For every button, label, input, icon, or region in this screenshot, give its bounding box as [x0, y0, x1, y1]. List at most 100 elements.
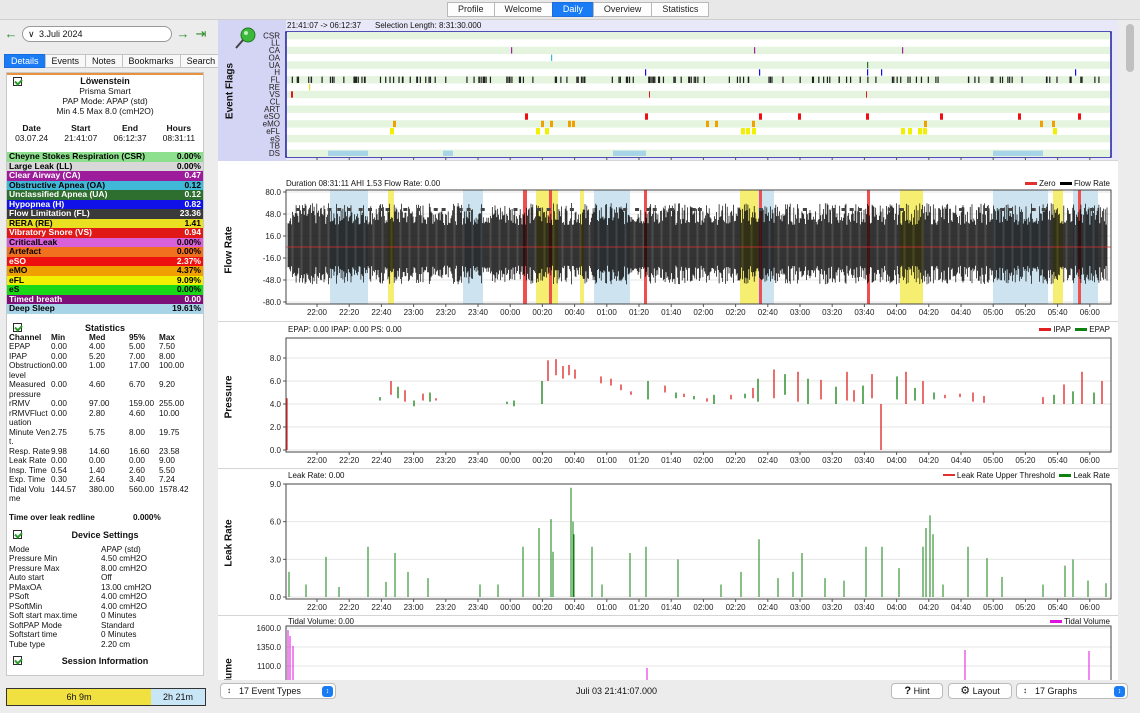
x-tick-label: 04:40 [951, 308, 972, 317]
flag-mark [811, 76, 814, 83]
flag-mark [908, 128, 912, 135]
setting-name: Tube type [9, 639, 46, 649]
flag-mark [618, 76, 620, 83]
flag-mark [728, 76, 730, 83]
device-settings-checkbox[interactable] [13, 529, 22, 539]
y-tick-label: 4.0 [270, 400, 282, 409]
statistics-checkbox[interactable] [13, 322, 22, 332]
stats-cell: Measured pressure [9, 380, 46, 399]
stats-cell: 159.00 [129, 399, 155, 408]
event-summary-row[interactable]: eMO 4.37% [7, 265, 203, 276]
flag-mark [419, 76, 421, 83]
tab-details[interactable]: Details [4, 54, 46, 68]
stats-cell: 9.00 [159, 456, 175, 465]
pressure-chart[interactable]: 8.0 6.0 4.0 2.0 0.0 22:00 22:20 22:40 23:00 23:20… [218, 324, 1118, 469]
statistics-section: Statistics Channel Min Med 95% Max EPAP 0.00 4… [7, 322, 203, 522]
event-flags-chart[interactable]: CSRLLCAOAUAHFLREVSCLARTeSOeMOeFLeSTBDS22… [218, 20, 1118, 161]
fl-marker [984, 208, 989, 211]
flag-mark [613, 150, 646, 156]
flag-mark [1040, 120, 1043, 128]
stats-cell: 7.00 [129, 351, 145, 361]
graphs-selector[interactable]: ↕ 17 Graphs ↕ [1016, 683, 1128, 699]
event-summary-row[interactable]: eSO 2.37% [7, 256, 203, 266]
session-info-checkbox[interactable] [13, 656, 22, 665]
device-model: Prisma Smart [79, 86, 131, 96]
setting-row: PMaxOA 13.00 cmH2O [9, 583, 203, 593]
setting-row: PSoft 4.00 cmH2O [9, 592, 203, 602]
flag-mark [1098, 76, 1100, 83]
stats-cell: Resp. Rate [9, 446, 50, 456]
tab-welcome[interactable]: Welcome [493, 2, 553, 17]
tab-events[interactable]: Events [44, 54, 87, 68]
flag-mark [390, 128, 394, 135]
setting-name: PSoft [9, 592, 30, 601]
event-summary-row[interactable]: Deep Sleep 19.61% [7, 303, 203, 314]
event-types-selector[interactable]: ↕ 17 Event Types ↕ [220, 683, 336, 699]
hint-button[interactable]: ? Hint [891, 683, 943, 699]
dropdown-arrow-icon: ↕ [1114, 686, 1125, 697]
event-summary-row[interactable]: eFL 9.09% [7, 275, 203, 285]
flag-mark [626, 76, 629, 83]
flag-mark [1070, 76, 1072, 83]
stats-cell: 8.00 [159, 351, 175, 361]
flag-mark [649, 76, 651, 83]
statistics-title: Statistics [84, 322, 126, 333]
tab-profile[interactable]: Profile [447, 2, 495, 17]
fl-marker [887, 208, 892, 211]
x-tick-label: 00:20 [532, 603, 553, 612]
stats-cell: 7.24 [159, 475, 175, 484]
event-label: Artefact [9, 246, 42, 256]
flag-mark [1053, 128, 1057, 135]
stats-cell: 23.58 [159, 446, 180, 456]
fl-marker [433, 208, 438, 211]
session-info-section: Session Information [7, 656, 203, 666]
flow-rate-chart[interactable]: 80.0 48.0 16.0 -16.0 -48.0 -80.0 22:00 22:20 22:… [218, 178, 1118, 322]
session-bar-used: 6h 9m [7, 689, 151, 705]
summary-value: 03.07.24 [15, 133, 49, 143]
tab-daily[interactable]: Daily [551, 2, 594, 17]
x-tick-label: 05:40 [1048, 308, 1069, 317]
stats-cell: Tidal Volume [9, 484, 45, 504]
x-tick-label: 01:20 [629, 603, 650, 612]
flag-mark [379, 76, 382, 83]
y-tick-label: 2.0 [270, 423, 282, 432]
fl-marker [337, 208, 342, 211]
tab-search[interactable]: Search [179, 54, 223, 68]
flag-mark [402, 76, 404, 83]
next-day-icon[interactable]: → [176, 26, 190, 42]
fl-marker [841, 208, 846, 211]
fl-marker [959, 208, 964, 211]
graphs-scrollbar[interactable] [1126, 24, 1134, 72]
tidal-volume-chart[interactable]: 1600.0 1350.0 1100.0 [218, 616, 1118, 680]
date-picker[interactable]: ∨ 3.Juli 2024 [22, 26, 172, 42]
tab-notes[interactable]: Notes [85, 54, 123, 68]
tab-overview[interactable]: Overview [592, 2, 653, 17]
flag-mark [690, 76, 692, 83]
flag-mark [867, 69, 869, 76]
x-tick-label: 22:40 [371, 308, 392, 317]
x-tick-label: 03:20 [822, 308, 843, 317]
flag-mark [993, 150, 1043, 156]
setting-row: Pressure Max 8.00 cmH2O [9, 564, 203, 574]
stats-cell: Exp. Time [9, 475, 46, 484]
flag-mark [1080, 76, 1082, 83]
tab-bookmarks[interactable]: Bookmarks [121, 54, 181, 68]
flag-mark [328, 150, 368, 156]
leak-rate-chart[interactable]: 9.0 6.0 3.0 0.0 22:00 22:20 22:40 23:00 23:20 23:… [218, 470, 1118, 616]
x-tick-label: 05:00 [983, 308, 1004, 317]
flag-mark [1069, 76, 1071, 83]
flag-mark [518, 76, 521, 83]
summary-value: 21:41:07 [64, 133, 98, 143]
flag-mark [1049, 76, 1051, 83]
prev-day-icon[interactable]: ← [4, 26, 18, 42]
flag-mark [428, 76, 430, 83]
fl-marker [691, 208, 696, 211]
footer-bar: ↕ 17 Event Types ↕ Juli 03 21:41:07.000 … [218, 681, 1138, 703]
session-duration-bar[interactable]: 6h 9m 2h 21m [6, 688, 206, 706]
device-info-checkbox[interactable] [13, 77, 22, 86]
event-summary-row[interactable]: Artefact 0.00% [7, 246, 203, 257]
layout-button[interactable]: ⚙ Layout [948, 683, 1012, 699]
tab-statistics[interactable]: Statistics [651, 2, 710, 17]
last-day-icon[interactable]: ⇥ [194, 26, 208, 42]
x-tick-label: 03:00 [790, 308, 811, 317]
